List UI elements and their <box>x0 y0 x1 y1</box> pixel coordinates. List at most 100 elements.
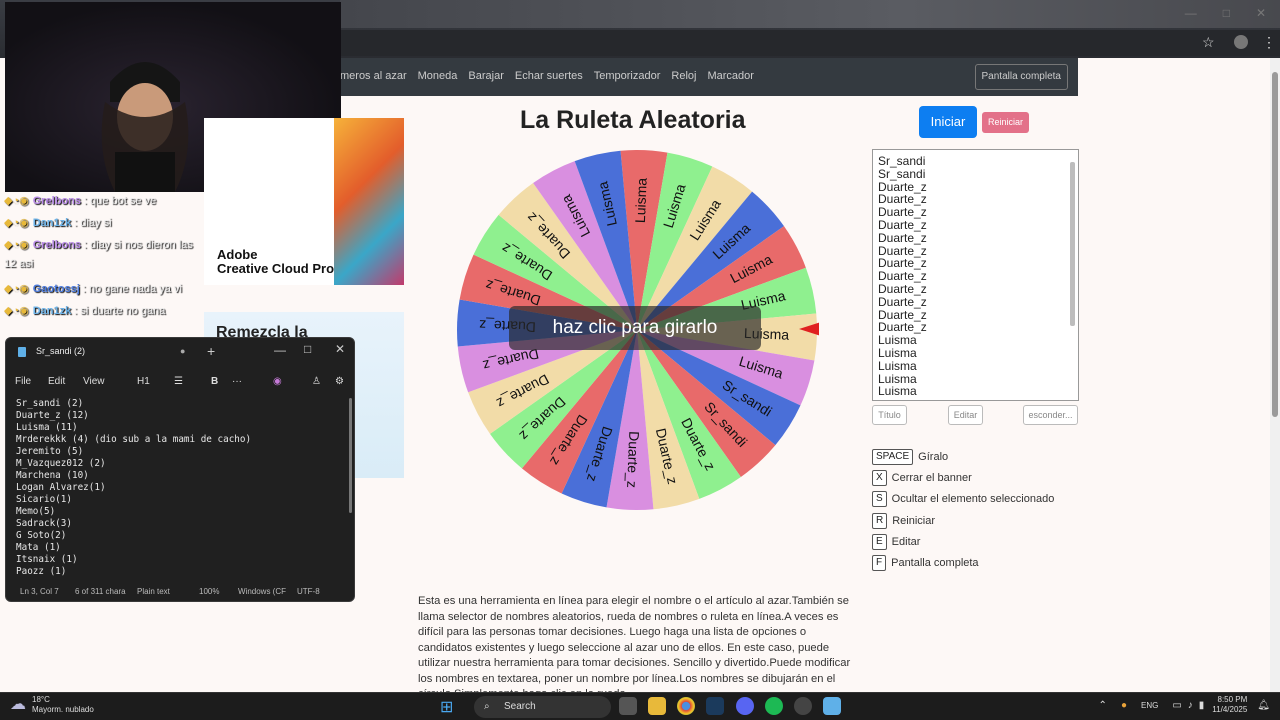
close-icon[interactable]: ✕ <box>335 342 345 356</box>
menu-edit[interactable]: Edit <box>48 376 65 387</box>
names-list: Sr_sandi Sr_sandi Duarte_z Duarte_z Duarte_z… <box>873 150 1078 400</box>
maximize-icon[interactable]: □ <box>1223 6 1230 20</box>
menu-view[interactable]: View <box>83 376 105 387</box>
name-entry: Duarte_z <box>878 217 927 232</box>
volume-icon[interactable]: ♪ <box>1188 700 1193 711</box>
hide-button[interactable]: esconder... <box>1023 405 1078 425</box>
page-scrollbar[interactable] <box>1270 58 1280 692</box>
clock-time[interactable]: 8:50 PM <box>1212 695 1248 705</box>
chat-username[interactable]: Dan1zk <box>33 217 72 229</box>
address-bar[interactable] <box>340 30 1280 56</box>
more-vertical-icon[interactable]: ⋮ <box>1262 34 1276 51</box>
notepad-statusbar: Ln 3, Col 7 6 of 311 chara Plain text 10… <box>6 581 354 601</box>
page-scroll-thumb[interactable] <box>1272 72 1278 417</box>
language-indicator[interactable]: ENG <box>1141 701 1158 710</box>
weather-widget[interactable]: ☁ 18°C Mayorm. nublado <box>10 695 94 715</box>
names-scroll-thumb[interactable] <box>1070 162 1075 326</box>
text-format[interactable]: Plain text <box>137 587 170 596</box>
notepad-taskbar-icon[interactable] <box>823 697 841 715</box>
maximize-icon[interactable]: □ <box>304 342 311 356</box>
reset-button[interactable]: Reiniciar <box>982 112 1029 133</box>
new-tab-icon[interactable]: + <box>207 343 215 359</box>
encoding[interactable]: UTF-8 <box>297 587 320 596</box>
close-icon[interactable]: ✕ <box>1256 6 1266 20</box>
name-entry: Duarte_z <box>878 230 927 245</box>
minimize-icon[interactable]: — <box>1185 6 1197 20</box>
chat-message: ◆◔◉ Dan1zk : si duarte no gana <box>4 304 165 317</box>
shortcut-item: E Editar <box>872 533 921 550</box>
notepad-tab[interactable]: Sr_sandi (2) <box>36 346 85 356</box>
copilot-icon[interactable]: ◉ <box>273 376 282 387</box>
nav-link[interactable]: Marcador <box>707 70 753 82</box>
obs-icon[interactable] <box>794 697 812 715</box>
chat-username[interactable]: Gaotossj <box>33 283 80 295</box>
char-count: 6 of 311 chara <box>75 586 126 596</box>
notepad-scroll-thumb[interactable] <box>349 398 352 513</box>
battery-icon[interactable]: ▮ <box>1199 700 1205 711</box>
more-horizontal-icon[interactable]: ··· <box>232 376 242 387</box>
notification-bell-icon[interactable]: 🔔︎ <box>1257 700 1270 711</box>
chevron-up-icon[interactable]: ⌃ <box>1099 700 1107 711</box>
shortcut-key: X <box>872 470 887 487</box>
nav-link[interactable]: Echar suertes <box>515 70 583 82</box>
chat-badges: ◆◔◉ <box>4 283 29 295</box>
cursor-position: Ln 3, Col 7 <box>20 586 59 596</box>
chat-username[interactable]: Dan1zk <box>33 305 72 317</box>
nav-link[interactable]: Reloj <box>671 70 696 82</box>
network-icon[interactable]: ▭ <box>1172 700 1181 711</box>
menu-file[interactable]: File <box>15 376 31 387</box>
account-icon[interactable]: ♙ <box>312 376 321 387</box>
file-explorer-icon[interactable] <box>648 697 666 715</box>
weather-text: Mayorm. nublado <box>32 705 94 714</box>
name-entry: Duarte_z <box>878 281 927 296</box>
notepad-app-icon <box>18 347 26 357</box>
nav-link[interactable]: Temporizador <box>594 70 661 82</box>
name-entry: Duarte_z <box>878 294 927 309</box>
names-scrollbar[interactable] <box>1069 150 1077 400</box>
chrome-icon[interactable] <box>677 697 695 715</box>
adobe-ad[interactable]: Adobe Creative Cloud Pro <box>204 118 404 285</box>
taskbar-search[interactable]: ⌕ Search <box>474 696 611 718</box>
title-button[interactable]: Título <box>872 405 907 425</box>
shortcut-label: Cerrar el banner <box>891 472 972 485</box>
unsaved-dot-icon: ● <box>180 346 186 356</box>
taskbar: ☁ 18°C Mayorm. nublado ⊞ ⌕ Search ⌃ ● EN… <box>0 692 1280 720</box>
notepad-text[interactable]: Sr_sandi (2) Duarte_z (12) Luisma (11) M… <box>16 398 251 578</box>
nav-link[interactable]: Barajar <box>468 70 503 82</box>
windows-start-icon[interactable]: ⊞ <box>440 697 453 717</box>
discord-icon[interactable] <box>736 697 754 715</box>
zoom-level[interactable]: 100% <box>199 587 219 596</box>
names-textarea[interactable]: Sr_sandi Sr_sandi Duarte_z Duarte_z Duarte_z… <box>872 149 1079 401</box>
window-controls: — □ ✕ <box>1185 6 1266 20</box>
task-view-icon[interactable] <box>619 697 637 715</box>
spin-banner[interactable]: haz clic para girarlo <box>509 306 761 350</box>
line-endings[interactable]: Windows (CF <box>238 587 286 596</box>
chat-badges: ◆◔◉ <box>4 195 29 207</box>
star-icon[interactable]: ☆ <box>1202 34 1215 51</box>
microphone-icon[interactable]: ● <box>1121 700 1127 711</box>
gear-icon[interactable]: ⚙ <box>335 376 344 387</box>
notepad-window[interactable]: Sr_sandi (2) ● + — □ ✕ File Edit View H1… <box>5 337 355 602</box>
bold-icon[interactable]: B <box>211 376 218 387</box>
clock-date[interactable]: 11/4/2025 <box>1212 705 1247 715</box>
shortcut-label: Editar <box>891 535 921 548</box>
chat-username[interactable]: Grelbons <box>33 239 81 251</box>
steam-icon[interactable] <box>706 697 724 715</box>
nav-link[interactable]: meros al azar <box>340 70 407 82</box>
spotify-icon[interactable] <box>765 697 783 715</box>
name-entry: Luisma <box>878 384 917 399</box>
heading-select[interactable]: H1 <box>137 376 150 387</box>
minimize-icon[interactable]: — <box>274 343 286 357</box>
stream-chat: ◆◔◉ Grelbons : que bot se ve ◆◔◉ Dan1zk : d… <box>0 192 210 332</box>
search-label: Search <box>504 701 536 712</box>
profile-avatar[interactable] <box>1234 35 1248 49</box>
list-icon[interactable]: ☰ <box>174 376 183 387</box>
start-button[interactable]: Iniciar <box>919 106 977 138</box>
chat-message: 12 asi <box>4 258 33 270</box>
chat-username[interactable]: Grelbons <box>33 195 81 207</box>
fullscreen-button[interactable]: Pantalla completa <box>974 64 1068 90</box>
nav-link[interactable]: Moneda <box>418 70 458 82</box>
tool-description: Esta es una herramienta en línea para el… <box>418 595 851 692</box>
edit-button[interactable]: Editar <box>948 405 983 425</box>
shortcut-label: Reiniciar <box>892 514 936 527</box>
